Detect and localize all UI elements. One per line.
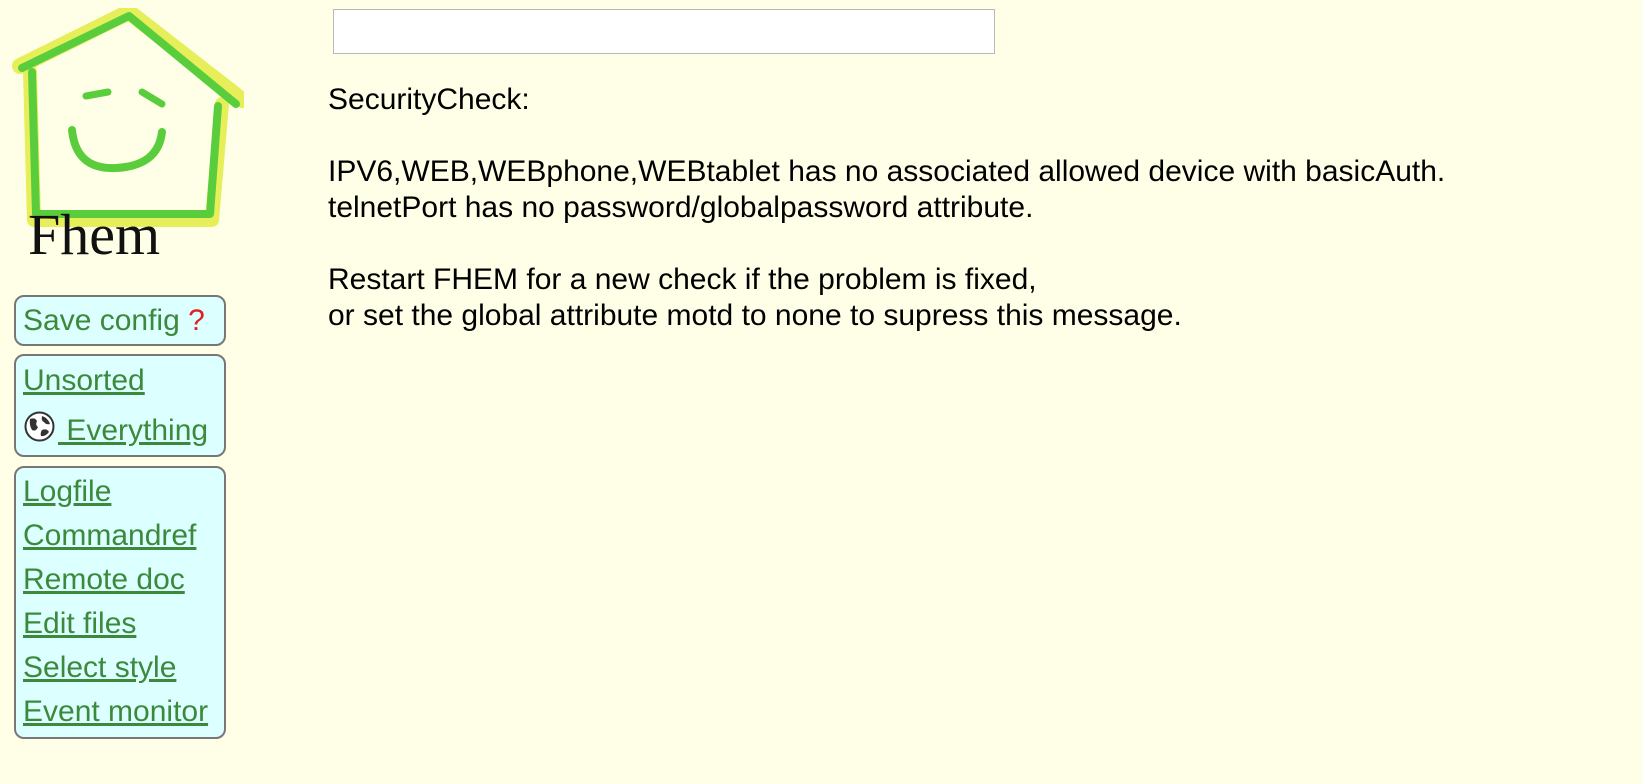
commandref-link[interactable]: Commandref — [23, 514, 224, 558]
motd-line-telnet: telnetPort has no password/globalpasswor… — [328, 191, 1034, 224]
house-outline — [23, 65, 229, 227]
room-menu: Unsorted Everything — [14, 354, 226, 457]
edit-files-link[interactable]: Edit files — [23, 602, 224, 646]
room-link-everything[interactable]: Everything — [23, 406, 224, 456]
house-logo-icon: Fhem — [12, 4, 250, 267]
room-link-unsorted[interactable]: Unsorted — [23, 356, 224, 406]
left-eye — [82, 88, 112, 100]
remote-doc-link[interactable]: Remote doc — [23, 558, 224, 602]
globe-icon — [24, 411, 55, 442]
save-config-box: Save config ? — [14, 295, 226, 346]
event-monitor-link[interactable]: Event monitor — [23, 690, 224, 734]
tools-menu: Logfile Commandref Remote doc Edit files… — [14, 466, 226, 739]
motd-title: SecurityCheck: — [328, 83, 530, 116]
logfile-link[interactable]: Logfile — [23, 470, 224, 514]
motd-spacer — [328, 226, 1618, 262]
logo-text: Fhem — [28, 202, 160, 267]
house-line — [28, 68, 222, 218]
motd-line-restart: Restart FHEM for a new check if the prob… — [328, 263, 1037, 296]
roof-line — [18, 12, 240, 108]
save-config-button[interactable]: Save config ? — [23, 297, 224, 344]
right-eye — [138, 88, 166, 108]
room-link-everything-label: Everything — [58, 414, 209, 447]
motd-line-suppress: or set the global attribute motd to none… — [328, 299, 1182, 332]
select-style-link[interactable]: Select style — [23, 646, 224, 690]
security-check-message: SecurityCheck: IPV6,WEB,WEBphone,WEBtabl… — [328, 82, 1618, 334]
command-input[interactable] — [333, 9, 995, 54]
motd-spacer — [328, 118, 1618, 154]
fhem-logo[interactable]: Fhem — [12, 4, 250, 270]
motd-line-basic-auth: IPV6,WEB,WEBphone,WEBtablet has no assoc… — [328, 155, 1446, 188]
unsaved-changes-marker: ? — [188, 304, 205, 337]
smile — [68, 126, 166, 173]
save-config-label: Save config — [23, 304, 180, 337]
